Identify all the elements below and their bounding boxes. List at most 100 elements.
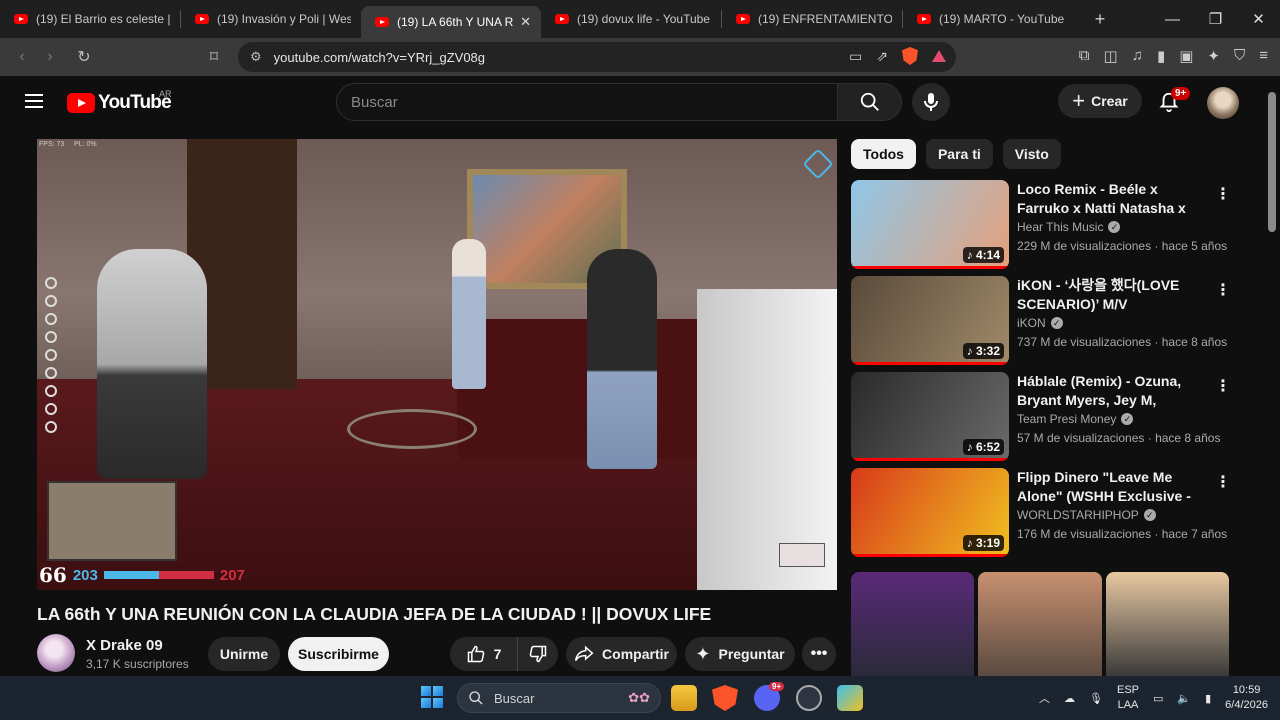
video-frame-character bbox=[587, 249, 657, 469]
short-thumbnail[interactable] bbox=[1105, 572, 1229, 676]
window-controls: — ❐ ✕ bbox=[1151, 0, 1280, 38]
youtube-logo[interactable]: YouTube bbox=[67, 92, 172, 114]
chip-para-ti[interactable]: Para ti bbox=[925, 139, 993, 169]
recommended-video[interactable]: ♪ 3:19 Flipp Dinero "Leave Me Alone" (WS… bbox=[851, 468, 1231, 558]
browser-tab[interactable]: (19) MARTO - YouTube bbox=[903, 0, 1083, 38]
channel-name[interactable]: X Drake 09 bbox=[86, 637, 163, 654]
display-icon[interactable]: ▭ bbox=[1153, 692, 1163, 705]
menu-icon[interactable]: ≡ bbox=[1259, 47, 1268, 65]
windows-start-icon[interactable] bbox=[421, 686, 443, 708]
like-button[interactable]: 7 bbox=[450, 637, 518, 671]
more-options-icon[interactable]: ⋮ bbox=[1215, 376, 1231, 396]
recommended-video[interactable]: ♪ 4:14 Loco Remix - Beéle x Farruko x Na… bbox=[851, 180, 1231, 270]
recommended-title[interactable]: iKON - ‘사랑을 했다(LOVE SCENARIO)’ M/V bbox=[1017, 276, 1213, 314]
browser-tab[interactable]: (19) dovux life - YouTube bbox=[541, 0, 721, 38]
more-options-icon[interactable]: ⋮ bbox=[1215, 472, 1231, 492]
search-input[interactable] bbox=[336, 83, 838, 121]
recommended-channel[interactable]: Team Presi Money ✓ bbox=[1017, 412, 1134, 426]
cast-icon[interactable]: ▭ bbox=[849, 48, 862, 65]
recommended-channel[interactable]: Hear This Music ✓ bbox=[1017, 220, 1121, 234]
screenshot-icon[interactable]: ◫ bbox=[1104, 47, 1118, 65]
brave-rewards-icon[interactable] bbox=[932, 50, 946, 62]
hud-icon bbox=[45, 349, 57, 361]
tab-title: (19) El Barrio es celeste | 66 bbox=[36, 12, 170, 26]
share-icon[interactable]: ⇗ bbox=[876, 48, 888, 65]
video-player[interactable]: FPS: 73 PL: 0% 66 203 207 bbox=[37, 139, 837, 590]
new-tab-icon[interactable]: + bbox=[1083, 9, 1117, 30]
share-button[interactable]: Compartir bbox=[566, 637, 677, 671]
voice-search-button[interactable] bbox=[912, 83, 950, 121]
app-icon[interactable] bbox=[837, 685, 863, 711]
maximize-icon[interactable]: ❐ bbox=[1194, 0, 1237, 38]
dislike-button[interactable] bbox=[518, 637, 558, 671]
create-label: Crear bbox=[1091, 93, 1128, 109]
language-indicator[interactable]: ESP LAA bbox=[1117, 683, 1139, 713]
extensions-icon[interactable]: ⧉ bbox=[1079, 47, 1090, 65]
taskbar-search[interactable]: Buscar ✿✿ bbox=[457, 683, 661, 713]
join-button[interactable]: Unirme bbox=[208, 637, 280, 671]
scrollbar-thumb[interactable] bbox=[1268, 92, 1276, 232]
tray-mic-icon[interactable]: 🎙 bbox=[1089, 692, 1103, 705]
forward-icon[interactable]: › bbox=[36, 48, 64, 66]
cloud-icon[interactable]: ☁ bbox=[1064, 692, 1075, 705]
hud-score: 66 203 207 bbox=[39, 563, 245, 587]
wallet-icon[interactable]: ▣ bbox=[1179, 47, 1193, 65]
recommended-video[interactable]: ♪ 6:52 Háblale (Remix) - Ozuna, Bryant M… bbox=[851, 372, 1231, 462]
subscribe-button[interactable]: Suscribirme bbox=[288, 637, 389, 671]
vpn-icon[interactable]: ⛉ bbox=[1234, 47, 1245, 65]
video-thumbnail[interactable]: ♪ 3:32 bbox=[851, 276, 1009, 365]
thumbs-up-icon bbox=[467, 645, 484, 663]
short-thumbnail[interactable] bbox=[851, 572, 975, 676]
more-icon: ••• bbox=[810, 645, 828, 662]
ask-button[interactable]: ✦ Preguntar bbox=[685, 637, 795, 671]
minimize-icon[interactable]: — bbox=[1151, 0, 1194, 38]
file-explorer-icon[interactable] bbox=[671, 685, 697, 711]
back-icon[interactable]: ‹ bbox=[8, 48, 36, 66]
hamburger-menu-icon[interactable] bbox=[25, 94, 43, 108]
account-avatar[interactable] bbox=[1207, 87, 1239, 119]
browser-tab-active[interactable]: (19) LA 66th Y UNA RE ✕ bbox=[361, 6, 541, 38]
site-settings-icon[interactable]: ⚙ bbox=[250, 49, 262, 65]
brave-shields-icon[interactable] bbox=[902, 47, 918, 65]
short-thumbnail[interactable] bbox=[978, 572, 1102, 676]
page-scrollbar[interactable] bbox=[1264, 76, 1280, 676]
volume-icon[interactable]: 🔈 bbox=[1177, 692, 1191, 705]
recommended-title[interactable]: Flipp Dinero "Leave Me Alone" (WSHH Excl… bbox=[1017, 468, 1213, 506]
video-thumbnail[interactable]: ♪ 3:19 bbox=[851, 468, 1009, 557]
browser-tab[interactable]: (19) Invasión y Poli | West S bbox=[181, 0, 361, 38]
search-button[interactable] bbox=[838, 83, 902, 121]
media-icon[interactable]: ♫ bbox=[1132, 47, 1143, 65]
browser-tab[interactable]: (19) El Barrio es celeste | 66 bbox=[0, 0, 180, 38]
bookmark-icon[interactable]: ⌑ bbox=[200, 47, 228, 67]
recommended-channel[interactable]: WORLDSTARHIPHOP ✓ bbox=[1017, 508, 1156, 522]
sidebar-icon[interactable]: ▮ bbox=[1157, 47, 1165, 65]
browser-tab[interactable]: (19) ENFRENTAMIENTO HE bbox=[722, 0, 902, 38]
close-tab-icon[interactable]: ✕ bbox=[520, 14, 531, 30]
battery-icon[interactable]: ▮ bbox=[1205, 692, 1211, 705]
video-thumbnail[interactable]: ♪ 6:52 bbox=[851, 372, 1009, 461]
channel-avatar[interactable] bbox=[37, 634, 75, 672]
search-bar bbox=[336, 83, 902, 121]
leo-ai-icon[interactable]: ✦ bbox=[1207, 47, 1220, 65]
address-bar[interactable]: ⚙ youtube.com/watch?v=YRrj_gZV08g ▭ ⇗ bbox=[238, 42, 956, 72]
brave-browser-icon[interactable] bbox=[712, 685, 738, 711]
more-options-icon[interactable]: ⋮ bbox=[1215, 280, 1231, 300]
more-actions-button[interactable]: ••• bbox=[802, 637, 836, 671]
obs-icon[interactable] bbox=[796, 685, 822, 711]
close-window-icon[interactable]: ✕ bbox=[1237, 0, 1280, 38]
url-text[interactable]: youtube.com/watch?v=YRrj_gZV08g bbox=[274, 50, 485, 65]
recommended-title[interactable]: Loco Remix - Beéle x Farruko x Natti Nat… bbox=[1017, 180, 1213, 218]
recommended-channel[interactable]: iKON ✓ bbox=[1017, 316, 1063, 330]
recommended-title[interactable]: Háblale (Remix) - Ozuna, Bryant Myers, J… bbox=[1017, 372, 1213, 410]
reload-icon[interactable]: ↻ bbox=[70, 47, 98, 67]
tab-title: (19) MARTO - YouTube bbox=[939, 12, 1065, 26]
subscriber-count: 3,17 K suscriptores bbox=[86, 657, 189, 671]
chip-visto[interactable]: Visto bbox=[1002, 139, 1061, 169]
clock[interactable]: 10:59 6/4/2026 bbox=[1225, 683, 1268, 713]
tray-expand-icon[interactable]: ︿ bbox=[1039, 690, 1050, 706]
chip-todos[interactable]: Todos bbox=[851, 139, 916, 169]
more-options-icon[interactable]: ⋮ bbox=[1215, 184, 1231, 204]
create-button[interactable]: + Crear bbox=[1058, 84, 1142, 118]
recommended-video[interactable]: ♪ 3:32 iKON - ‘사랑을 했다(LOVE SCENARIO)’ M/… bbox=[851, 276, 1231, 366]
video-thumbnail[interactable]: ♪ 4:14 bbox=[851, 180, 1009, 269]
